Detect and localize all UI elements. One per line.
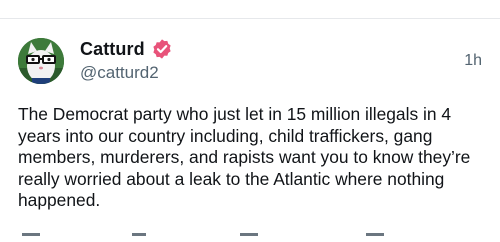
- author-display-name[interactable]: Catturd: [80, 39, 145, 60]
- repost-icon[interactable]: [132, 233, 146, 242]
- action-bar: [0, 233, 500, 242]
- post-timestamp[interactable]: 1h: [464, 52, 482, 70]
- author-handle[interactable]: @catturd2: [80, 63, 159, 83]
- avatar[interactable]: [18, 38, 64, 84]
- post-card: Catturd @catturd2 1h The Democrat party …: [0, 0, 500, 242]
- share-icon[interactable]: [366, 233, 384, 242]
- cat-avatar-icon: [18, 38, 64, 84]
- like-icon[interactable]: [240, 233, 258, 242]
- post-body-text: The Democrat party who just let in 15 mi…: [18, 104, 471, 211]
- author-name-row[interactable]: Catturd: [80, 38, 173, 60]
- top-divider: [0, 0, 500, 19]
- verified-badge-icon: [153, 39, 171, 59]
- reply-icon[interactable]: [22, 233, 40, 242]
